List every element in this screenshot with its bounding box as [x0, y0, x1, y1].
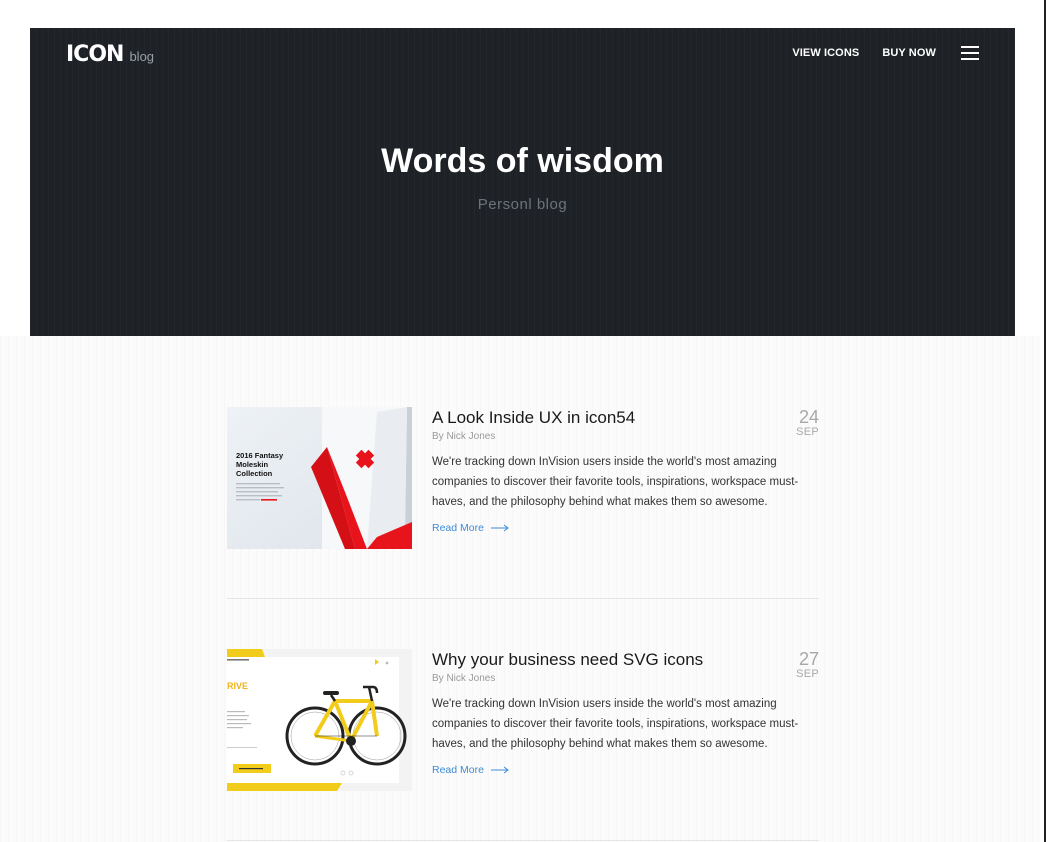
post-title[interactable]: Why your business need SVG icons	[432, 649, 819, 671]
thumb-heading: RIVE	[227, 681, 248, 691]
post-body: A Look Inside UX in icon54 By Nick Jones…	[432, 407, 819, 536]
thumb-title-line-1: 2016 Fantasy	[236, 451, 284, 460]
read-more-label: Read More	[432, 522, 484, 534]
logo-word: blog	[129, 49, 155, 64]
post-date-day: 24	[798, 407, 819, 427]
post-excerpt: We're tracking down InVision users insid…	[432, 456, 799, 508]
thumb-title-line-2: Moleskin	[236, 460, 269, 469]
post-author: By Nick Jones	[432, 673, 496, 684]
arrow-right-icon	[490, 766, 509, 774]
post-date-month: SEP	[796, 668, 819, 680]
post-divider	[227, 840, 819, 841]
thumb-title-line-3: Collection	[236, 469, 273, 478]
hero-header: ICON blog VIEW ICONS BUY NOW Words of wi…	[30, 28, 1015, 336]
post-thumbnail[interactable]: 2016 Fantasy Moleskin Collection	[227, 407, 412, 549]
post-excerpt: We're tracking down InVision users insid…	[432, 698, 799, 750]
post-date: 27 SEP	[796, 650, 819, 680]
post-thumbnail[interactable]: RIVE	[227, 649, 412, 791]
read-more-link[interactable]: Read More	[432, 522, 509, 534]
window-edge	[1044, 0, 1046, 842]
post-author: By Nick Jones	[432, 431, 496, 442]
post-date-month: SEP	[796, 426, 819, 438]
logo[interactable]: ICON blog	[66, 42, 154, 68]
nav-buy-now[interactable]: BUY NOW	[882, 47, 936, 59]
page-title: Words of wisdom	[381, 142, 664, 180]
read-more-label: Read More	[432, 764, 484, 776]
nav-view-icons[interactable]: VIEW ICONS	[792, 47, 859, 59]
blog-post: 2016 Fantasy Moleskin Collection A Look …	[227, 407, 819, 549]
read-more-link[interactable]: Read More	[432, 764, 509, 776]
arrow-right-icon	[490, 524, 509, 532]
hamburger-menu-icon[interactable]	[961, 46, 979, 60]
post-title[interactable]: A Look Inside UX in icon54	[432, 407, 819, 429]
page-subtitle: Personl blog	[477, 196, 568, 213]
logo-mark: ICON	[66, 42, 124, 67]
post-date: 24 SEP	[796, 408, 819, 438]
top-nav: VIEW ICONS BUY NOW	[769, 46, 979, 60]
post-divider	[227, 598, 819, 599]
post-date-day: 27	[798, 649, 819, 669]
blog-post: RIVE Why your business need SVG icons By…	[227, 649, 819, 791]
post-body: Why your business need SVG icons By Nick…	[432, 649, 819, 778]
